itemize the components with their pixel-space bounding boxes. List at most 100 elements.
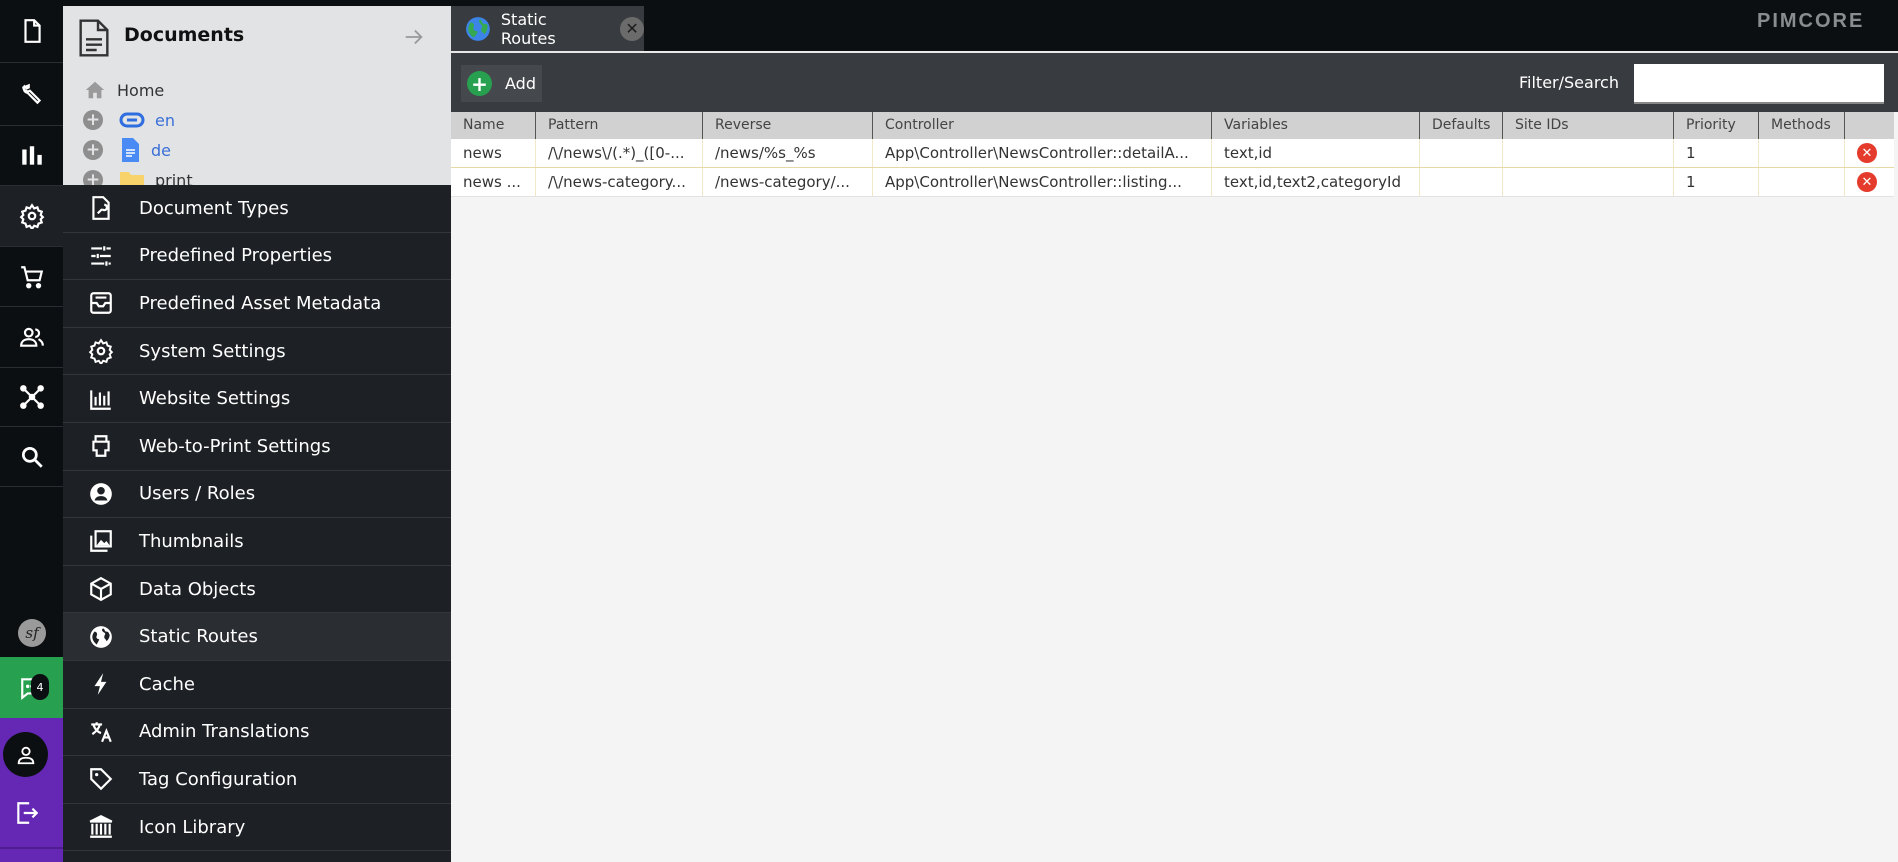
menu-item-data-objects[interactable]: Data Objects (63, 566, 494, 614)
menu-item-static-routes[interactable]: Static Routes (63, 613, 494, 661)
notifications-button[interactable]: 4 (0, 657, 63, 718)
panel-title: Documents (124, 24, 245, 46)
tree-item-en[interactable]: + en (83, 107, 175, 133)
cell-name[interactable]: news ... (451, 168, 536, 196)
cell-variables[interactable]: text,id (1212, 139, 1420, 167)
menu-item-web-to-print-settings[interactable]: Web-to-Print Settings (63, 423, 494, 471)
user-area (0, 718, 63, 862)
menu-item-label: Users / Roles (139, 483, 256, 505)
sidebar-users[interactable] (0, 307, 63, 368)
filter-label: Filter/Search (1519, 73, 1619, 92)
column-header-methods[interactable]: Methods (1759, 112, 1845, 139)
add-button[interactable]: + Add (461, 65, 542, 102)
table-row[interactable]: news .../\/news-category.../news-categor… (451, 168, 1894, 197)
tab-static-routes[interactable]: Static Routes ✕ (451, 6, 644, 51)
menu-item-label: Icon Library (139, 816, 246, 838)
cell-defaults[interactable] (1420, 139, 1503, 167)
sliders-icon (88, 243, 114, 269)
menu-item-predefined-asset-metadata[interactable]: Predefined Asset Metadata (63, 280, 494, 328)
home-icon (85, 81, 105, 99)
menu-item-label: Predefined Asset Metadata (139, 292, 382, 314)
column-header-actions[interactable] (1845, 112, 1894, 139)
plus-icon: + (467, 71, 492, 96)
delete-row-icon[interactable]: ✕ (1857, 143, 1877, 163)
page-icon (122, 138, 139, 162)
column-header-variables[interactable]: Variables (1212, 112, 1420, 139)
menu-item-label: Document Types (139, 197, 289, 219)
arrow-right-icon[interactable] (403, 26, 425, 48)
sidebar-search[interactable] (0, 427, 63, 487)
menu-item-label: Tag Configuration (139, 768, 298, 790)
cell-defaults[interactable] (1420, 168, 1503, 196)
menu-item-system-settings[interactable]: System Settings (63, 328, 494, 376)
delete-row-icon[interactable]: ✕ (1857, 172, 1877, 192)
menu-item-users-roles[interactable]: Users / Roles (63, 471, 494, 519)
cell-priority[interactable]: 1 (1674, 139, 1759, 167)
menu-item-label: Static Routes (139, 626, 258, 648)
images-icon (88, 528, 114, 554)
column-header-priority[interactable]: Priority (1674, 112, 1759, 139)
sidebar-ecommerce[interactable] (0, 247, 63, 307)
menu-item-label: System Settings (139, 340, 286, 362)
column-header-pattern[interactable]: Pattern (536, 112, 703, 139)
user-avatar-button[interactable] (3, 732, 48, 777)
sidebar-datahub[interactable] (0, 368, 63, 427)
menu-item-predefined-properties[interactable]: Predefined Properties (63, 233, 494, 281)
tools-icon (21, 83, 41, 105)
main-sidebar: sf 4 (0, 0, 63, 862)
menu-item-cache[interactable]: Cache (63, 661, 494, 709)
menu-item-document-types[interactable]: Document Types (63, 185, 494, 233)
cell-controller[interactable]: App\Controller\NewsController::listing..… (873, 168, 1212, 196)
table-row[interactable]: news/\/news\/(.*)_([0-.../news/%s_%s App\… (451, 139, 1894, 168)
cell-methods[interactable] (1759, 168, 1845, 196)
column-header-name[interactable]: Name (451, 112, 536, 139)
filter-search-input[interactable] (1634, 64, 1884, 104)
search-icon (21, 446, 43, 468)
menu-item-label: Admin Translations (139, 721, 310, 743)
reports-icon (21, 145, 42, 165)
tree-item-de[interactable]: + de (83, 137, 171, 163)
menu-item-label: Data Objects (139, 578, 256, 600)
menu-item-thumbnails[interactable]: Thumbnails (63, 518, 494, 566)
cell-variables[interactable]: text,id,text2,categoryId (1212, 168, 1420, 196)
cell-methods[interactable] (1759, 139, 1845, 167)
expand-icon[interactable]: + (83, 110, 103, 130)
sidebar-reports[interactable] (0, 126, 63, 186)
document-types-icon (88, 195, 114, 221)
cell-name[interactable]: news (451, 139, 536, 167)
gear-icon (88, 338, 114, 365)
column-header-site-ids[interactable]: Site IDs (1503, 112, 1674, 139)
cell-priority[interactable]: 1 (1674, 168, 1759, 196)
tree-item-home[interactable]: Home (83, 77, 164, 103)
sidebar-settings[interactable] (0, 186, 63, 247)
menu-item-tag-configuration[interactable]: Tag Configuration (63, 756, 494, 804)
settings-icon (19, 203, 44, 229)
cell-site-ids[interactable] (1503, 168, 1674, 196)
cube-icon (88, 576, 114, 602)
sidebar-documents[interactable] (0, 0, 63, 63)
logout-icon (17, 802, 39, 824)
cell-reverse[interactable]: /news/%s_%s (703, 139, 873, 167)
expand-icon[interactable]: + (83, 140, 103, 160)
column-header-controller[interactable]: Controller (873, 112, 1212, 139)
cell-reverse[interactable]: /news-category/... (703, 168, 873, 196)
menu-item-label: Cache (139, 673, 195, 695)
menu-item-icon-library[interactable]: Icon Library (63, 804, 494, 852)
documents-panel: Documents Home + en + de + print (63, 6, 451, 190)
menu-item-admin-translations[interactable]: Admin Translations (63, 709, 494, 757)
ecommerce-icon (20, 265, 43, 288)
cell-pattern[interactable]: /\/news\/(.*)_([0-... (536, 139, 703, 167)
toolbar: + Add Filter/Search (451, 53, 1898, 112)
sidebar-tools[interactable] (0, 63, 63, 126)
close-tab-button[interactable]: ✕ (620, 16, 644, 41)
cell-pattern[interactable]: /\/news-category... (536, 168, 703, 196)
documents-icon (23, 19, 41, 43)
cell-site-ids[interactable] (1503, 139, 1674, 167)
column-header-reverse[interactable]: Reverse (703, 112, 873, 139)
static-routes-grid: Name Pattern Reverse Controller Variables Def… (451, 112, 1898, 862)
symfony-icon[interactable]: sf (18, 619, 46, 647)
menu-item-website-settings[interactable]: Website Settings (63, 375, 494, 423)
cell-controller[interactable]: App\Controller\NewsController::detailA..… (873, 139, 1212, 167)
logout-button[interactable] (14, 800, 40, 830)
column-header-defaults[interactable]: Defaults (1420, 112, 1503, 139)
